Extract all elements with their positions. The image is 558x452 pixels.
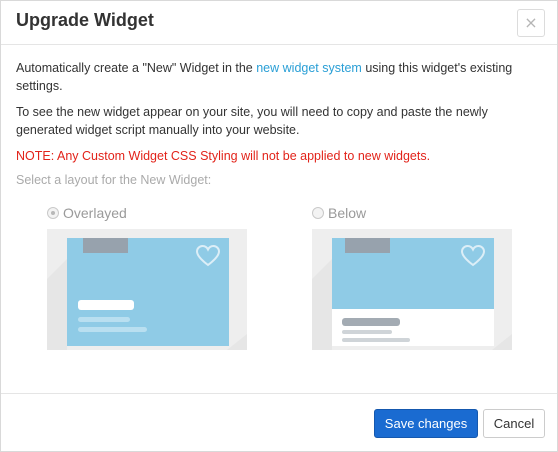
below-preview-title-bar xyxy=(342,318,400,326)
close-icon: × xyxy=(524,13,538,32)
below-radio[interactable] xyxy=(312,207,324,219)
dialog-footer: Save changes Cancel xyxy=(1,393,557,451)
below-preview-line xyxy=(342,338,410,342)
upgrade-widget-dialog: Upgrade Widget × Automatically create a … xyxy=(0,0,558,452)
intro-text-before: Automatically create a "New" Widget in t… xyxy=(16,61,257,75)
overlayed-preview-tag xyxy=(83,238,128,253)
dialog-title: Upgrade Widget xyxy=(16,10,154,30)
overlayed-preview[interactable] xyxy=(47,229,247,350)
save-changes-button[interactable]: Save changes xyxy=(374,409,478,438)
overlayed-radio[interactable] xyxy=(47,207,59,219)
css-warning-note: NOTE: Any Custom Widget CSS Styling will… xyxy=(16,149,431,163)
heart-icon xyxy=(196,245,220,267)
overlayed-label: Overlayed xyxy=(63,205,127,221)
new-widget-system-link[interactable]: new widget system xyxy=(256,61,362,75)
layout-select-prompt: Select a layout for the New Widget: xyxy=(16,173,212,187)
overlayed-preview-title-bar xyxy=(78,300,134,310)
dialog-body: Automatically create a "New" Widget in t… xyxy=(1,45,557,189)
instructions-text: To see the new widget appear on your sit… xyxy=(16,105,488,137)
overlayed-preview-line xyxy=(78,327,147,332)
close-button[interactable]: × xyxy=(517,9,545,37)
below-preview-line xyxy=(342,330,392,334)
dialog-header: Upgrade Widget × xyxy=(1,1,557,45)
cancel-button[interactable]: Cancel xyxy=(483,409,545,438)
below-preview-tag xyxy=(345,238,390,253)
intro-text: Automatically create a "New" Widget in t… xyxy=(16,59,542,95)
below-label: Below xyxy=(328,205,367,221)
layout-option-overlayed[interactable]: Overlayed xyxy=(47,204,247,350)
below-preview[interactable] xyxy=(312,229,512,350)
layout-option-below[interactable]: Below xyxy=(312,204,512,350)
overlayed-preview-line xyxy=(78,317,130,322)
heart-icon xyxy=(461,245,485,267)
